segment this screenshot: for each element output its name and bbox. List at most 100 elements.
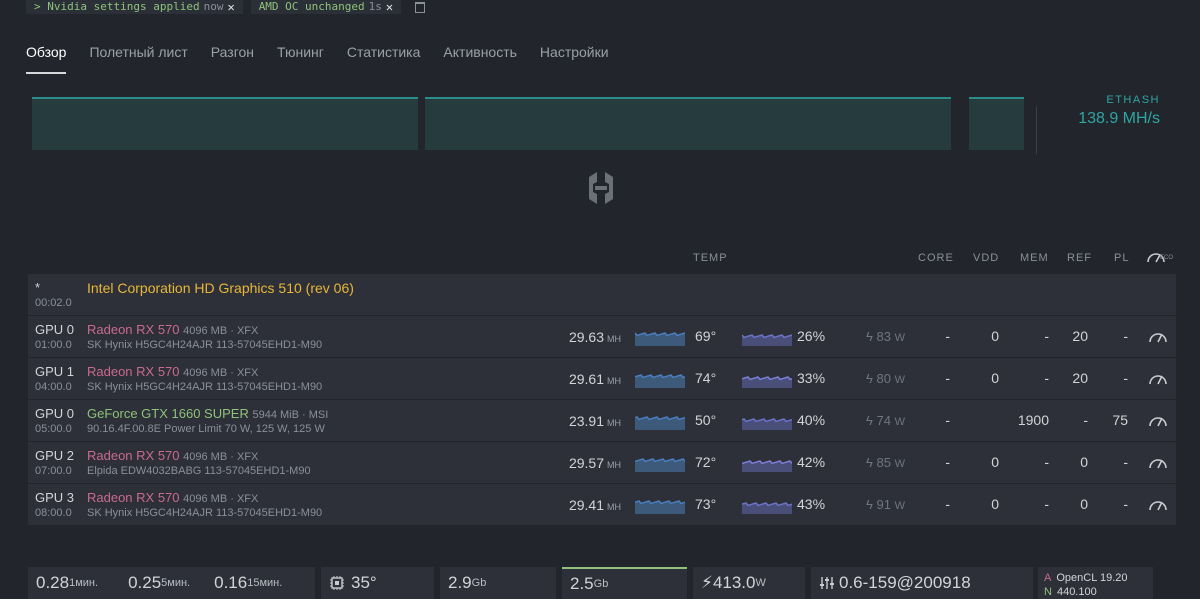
gpu-index: GPU 0 [35, 406, 75, 421]
hashrate-graph [32, 97, 418, 150]
temp-sparkline [635, 332, 685, 346]
tab-statistics[interactable]: Статистика [347, 44, 421, 74]
os-version: 0.6-159@200918 [811, 567, 1033, 599]
ram-value: 2.9 [448, 573, 472, 592]
notification-time: now [203, 0, 224, 13]
cpu-temp: 35° [321, 567, 434, 599]
gpu-index: * [35, 280, 41, 295]
ram-unit: Gb [471, 577, 487, 589]
la5-value: 0.25 [128, 573, 162, 592]
notification-message: AMD OC unchanged [258, 0, 365, 13]
gpu-fan: 26% [797, 328, 826, 344]
gpu-power-unit: W [894, 500, 905, 512]
gpu-pl: - [1123, 454, 1128, 470]
tab-flight-sheet[interactable]: Полетный лист [89, 44, 187, 74]
gauge-icon[interactable] [1148, 412, 1168, 428]
hashrate-graph [969, 97, 1024, 150]
tab-activity[interactable]: Активность [443, 44, 517, 74]
gpu-hashrate: 29.57 MH [569, 455, 621, 471]
gpu-memory-info: Elpida EDW4032BABG 113-57045EHD1-M90 [87, 465, 311, 477]
gpu-power-value: 74 [876, 413, 891, 428]
fan-sparkline [742, 460, 792, 472]
la5-unit: 5мин. [161, 577, 191, 589]
gpu-power-value: 80 [876, 371, 891, 386]
gpu-temp: 50° [695, 412, 717, 428]
power-icon: ϟ [866, 371, 873, 386]
trash-icon[interactable] [415, 1, 426, 13]
gpu-model-cell: Radeon RX 570 4096 MB · XFX [87, 490, 258, 505]
gpu-mem: 1900 [1017, 412, 1049, 428]
la15-unit: 15мин. [247, 577, 283, 589]
power-unit: W [755, 577, 766, 589]
header-mem: MEM [1020, 252, 1049, 264]
gpu-bus: 00:02.0 [35, 297, 72, 309]
gpu-pl: - [1123, 370, 1128, 386]
power-icon: ϟ [866, 497, 873, 512]
gauge-icon[interactable] [1148, 370, 1168, 386]
hashrate-graph [425, 97, 951, 150]
gpu-vdd: 0 [991, 454, 999, 470]
gpu-mem: - [1044, 496, 1049, 512]
gpu-table: * 00:02.0 Intel Corporation HD Graphics … [28, 274, 1176, 526]
la15-value: 0.16 [214, 573, 248, 592]
close-icon[interactable]: ✕ [227, 0, 234, 14]
table-row[interactable]: GPU 0 05:00.0 GeForce GTX 1660 SUPER 5944 … [28, 400, 1176, 442]
amd-driver-label: A [1044, 572, 1052, 584]
gpu-hashrate-value: 29.61 [568, 371, 604, 387]
close-icon[interactable]: ✕ [386, 0, 393, 14]
gpu-index: GPU 1 [35, 364, 75, 379]
gpu-vdd: 0 [991, 370, 999, 386]
gpu-bus: 07:00.0 [35, 465, 72, 477]
gauge-icon[interactable] [1148, 454, 1168, 470]
gpu-hashrate-unit: MH [607, 334, 621, 344]
tab-overclock[interactable]: Разгон [211, 44, 254, 74]
table-row[interactable]: GPU 0 01:00.0 Radeon RX 570 4096 MB · XFX S… [28, 316, 1176, 358]
gpu-ref: 20 [1072, 370, 1088, 386]
gpu-hashrate-unit: MH [607, 418, 621, 428]
gauge-icon[interactable] [1148, 496, 1168, 512]
disk-unit: Gb [593, 578, 609, 590]
nvidia-driver-label: N [1044, 586, 1052, 598]
header-ref: REF [1067, 252, 1092, 264]
gpu-vram: 5944 MiB · MSI [252, 409, 329, 421]
total-hashrate: 138.9 MH/s [1078, 110, 1160, 127]
sliders-icon [820, 577, 834, 589]
gpu-bus: 05:00.0 [35, 423, 72, 435]
table-row[interactable]: GPU 2 07:00.0 Radeon RX 570 4096 MB · XFX E… [28, 442, 1176, 484]
notification-message: > Nvidia settings applied [34, 0, 200, 13]
table-row[interactable]: * 00:02.0 Intel Corporation HD Graphics … [28, 274, 1176, 316]
gpu-core: - [945, 496, 950, 512]
power-icon: ϟ [866, 413, 873, 428]
gpu-memory-info: SK Hynix H5GC4H24AJR 113-57045EHD1-M90 [87, 507, 323, 519]
ram-free: 2.9 Gb [440, 567, 556, 599]
tab-overview[interactable]: Обзор [26, 44, 67, 74]
gpu-fan: 42% [797, 454, 826, 470]
gpu-model-cell: Radeon RX 570 4096 MB · XFX [87, 364, 258, 379]
gpu-hashrate: 23.91 MH [569, 413, 621, 429]
gpu-model: Radeon RX 570 [87, 448, 180, 463]
table-row[interactable]: GPU 3 08:00.0 Radeon RX 570 4096 MB · XFX S… [28, 484, 1176, 526]
gauge-icon[interactable] [1148, 328, 1168, 344]
gpu-model: Radeon RX 570 [87, 364, 180, 379]
gpu-model-cell: Radeon RX 570 4096 MB · XFX [87, 322, 258, 337]
notification-nvidia: > Nvidia settings applied now ✕ [26, 0, 243, 14]
gpu-vram: 4096 MB · XFX [183, 451, 259, 463]
gpu-power-value: 85 [876, 455, 891, 470]
gpu-pl: - [1123, 328, 1128, 344]
gpu-model-cell: GeForce GTX 1660 SUPER 5944 MiB · MSI [87, 406, 328, 421]
tab-settings[interactable]: Настройки [540, 44, 609, 74]
gpu-hashrate-unit: MH [607, 502, 621, 512]
total-power: ⚡ 413.0 W [693, 567, 805, 599]
gpu-pl: - [1123, 496, 1128, 512]
gpu-index: GPU 3 [35, 490, 75, 505]
power-value: 413.0 [712, 573, 756, 592]
la1-value: 0.28 [36, 573, 70, 592]
gpu-hashrate-unit: MH [607, 460, 621, 470]
table-row[interactable]: GPU 1 04:00.0 Radeon RX 570 4096 MB · XFX S… [28, 358, 1176, 400]
tab-tuning[interactable]: Тюнинг [277, 44, 324, 74]
header-core: CORE [918, 252, 954, 264]
gpu-power-unit: W [894, 416, 905, 428]
gpu-index: GPU 2 [35, 448, 75, 463]
gauge-eco-label: ECO [1160, 255, 1174, 261]
la1-unit: 1мин. [69, 577, 99, 589]
